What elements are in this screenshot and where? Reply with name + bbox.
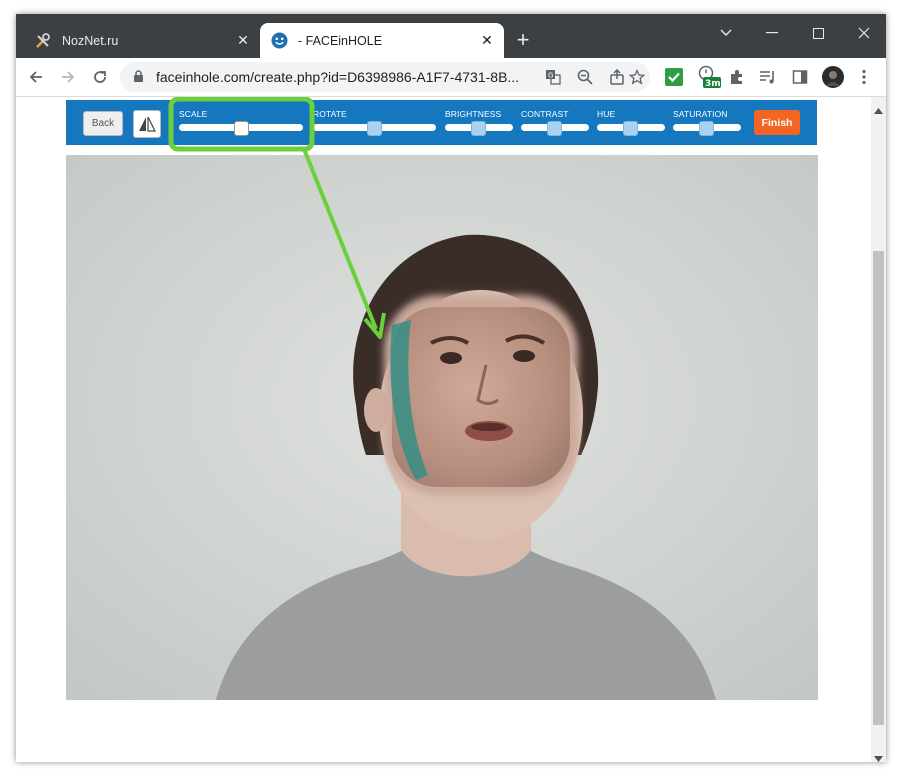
- side-panel-icon[interactable]: [790, 67, 810, 87]
- saturation-slider-handle[interactable]: [699, 121, 714, 136]
- smiley-icon: [270, 32, 288, 50]
- back-button[interactable]: Back: [83, 111, 123, 136]
- zoom-out-icon[interactable]: [576, 68, 594, 86]
- scroll-up-arrow-icon[interactable]: [874, 101, 883, 119]
- flip-button[interactable]: [133, 110, 161, 138]
- hue-label: HUE: [597, 109, 616, 119]
- editor-canvas[interactable]: [66, 155, 818, 700]
- kebab-menu-icon[interactable]: [854, 67, 874, 87]
- saturation-label: SATURATION: [673, 109, 728, 119]
- close-tab-icon[interactable]: ✕: [234, 32, 252, 50]
- brightness-label: BRIGHTNESS: [445, 109, 502, 119]
- maximize-icon[interactable]: [796, 18, 840, 48]
- brightness-slider-handle[interactable]: [471, 121, 486, 136]
- tab-faceinhole[interactable]: - FACEinHOLE ✕: [260, 23, 504, 58]
- tab-title: - FACEinHOLE: [298, 33, 383, 48]
- close-tab-icon[interactable]: ✕: [478, 32, 496, 50]
- tab-title: NozNet.ru: [62, 33, 119, 48]
- finish-button[interactable]: Finish: [754, 110, 800, 135]
- share-icon[interactable]: [608, 68, 626, 86]
- extension-badge: 3m: [705, 79, 721, 89]
- editor-toolbar: Back SCALE ROTATE BRIGHTNESS CONTRAST HU…: [66, 100, 817, 145]
- media-playlist-icon[interactable]: [758, 67, 778, 87]
- flip-icon: [139, 116, 156, 132]
- scale-label: SCALE: [179, 109, 208, 119]
- translate-icon[interactable]: G: [544, 68, 562, 86]
- minimize-icon[interactable]: [750, 18, 794, 48]
- pasted-face-layer[interactable]: [384, 295, 578, 495]
- tab-strip: NozNet.ru ✕ - FACEinHOLE ✕ +: [16, 14, 886, 58]
- scrollbar-thumb[interactable]: [873, 251, 884, 725]
- close-window-icon[interactable]: [842, 18, 886, 48]
- extensions-puzzle-icon[interactable]: [727, 67, 747, 87]
- forward-arrow-icon[interactable]: [56, 65, 80, 89]
- hue-slider-handle[interactable]: [623, 121, 638, 136]
- reload-icon[interactable]: [88, 65, 112, 89]
- scale-slider-handle[interactable]: [234, 121, 249, 136]
- tab-noznet[interactable]: NozNet.ru ✕: [24, 23, 260, 58]
- browser-toolbar: faceinhole.com/create.php?id=D6398986-A1…: [16, 58, 886, 97]
- page-viewport: Back SCALE ROTATE BRIGHTNESS CONTRAST HU…: [16, 97, 886, 762]
- tools-icon: [34, 32, 52, 50]
- tab-search-icon[interactable]: [704, 18, 748, 48]
- scroll-down-arrow-icon[interactable]: [874, 749, 883, 762]
- rotate-label: ROTATE: [313, 109, 347, 119]
- svg-text:G: G: [548, 72, 553, 80]
- lock-icon: [133, 70, 144, 88]
- back-arrow-icon[interactable]: [24, 65, 48, 89]
- checkmark-extension-icon[interactable]: [664, 67, 684, 87]
- avatar[interactable]: [821, 65, 845, 89]
- new-tab-button[interactable]: +: [512, 29, 534, 52]
- bookmark-star-icon[interactable]: [628, 68, 646, 86]
- url-text: faceinhole.com/create.php?id=D6398986-A1…: [156, 69, 520, 85]
- contrast-slider-handle[interactable]: [547, 121, 562, 136]
- contrast-label: CONTRAST: [521, 109, 569, 119]
- timer-extension-icon[interactable]: 3m: [696, 65, 722, 89]
- browser-window: NozNet.ru ✕ - FACEinHOLE ✕ + faceinhole.…: [16, 14, 886, 762]
- address-bar[interactable]: faceinhole.com/create.php?id=D6398986-A1…: [120, 62, 650, 92]
- rotate-slider-handle[interactable]: [367, 121, 382, 136]
